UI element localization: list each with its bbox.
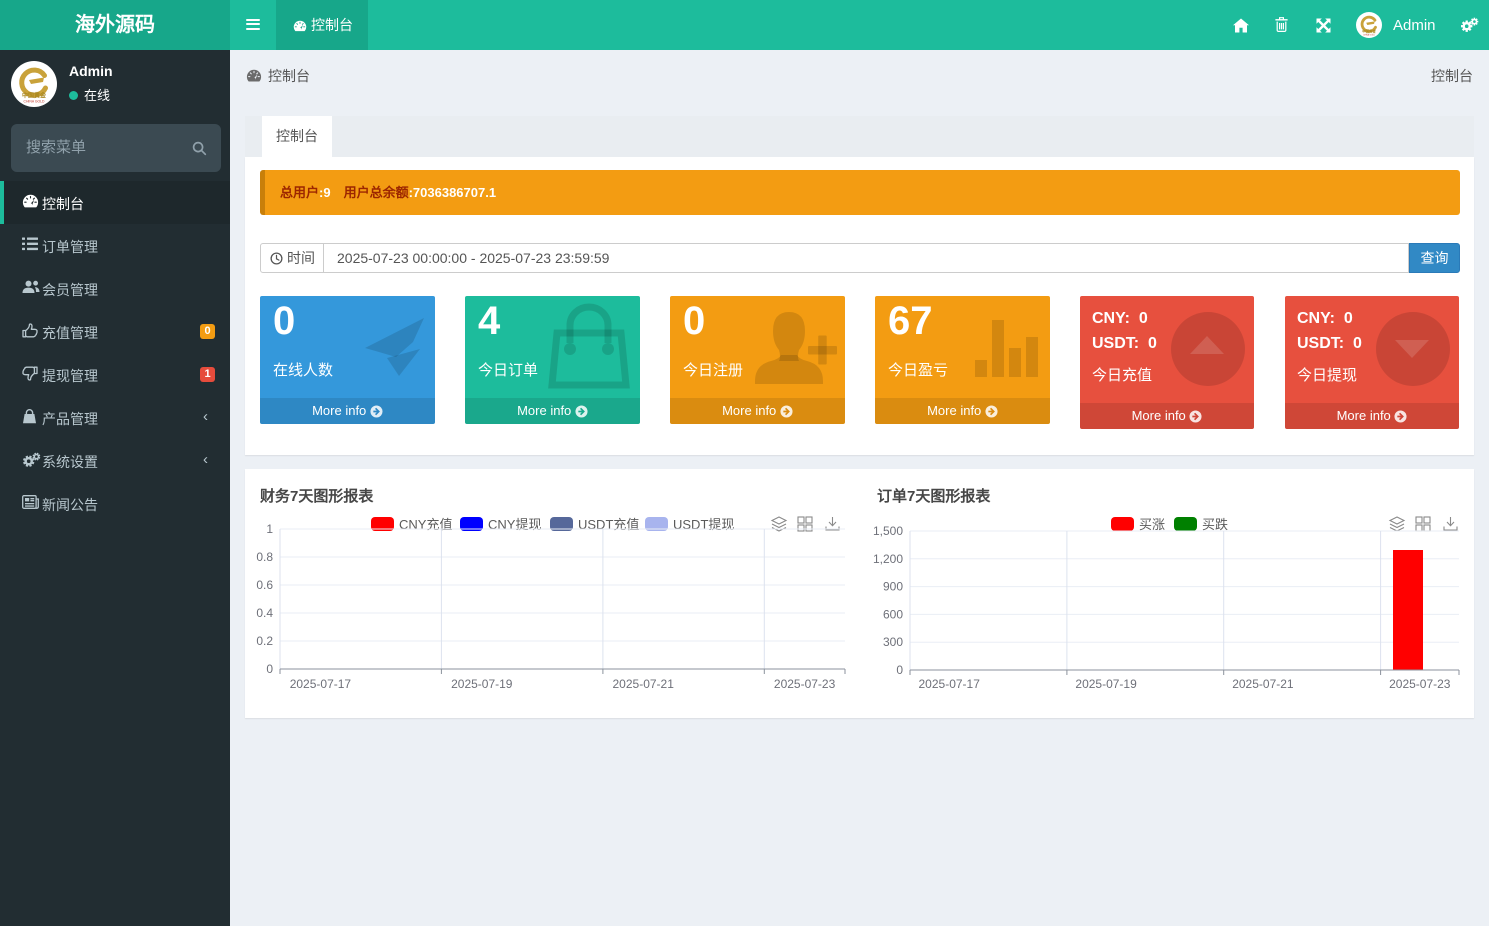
svg-text:0.6: 0.6 xyxy=(256,578,273,592)
svg-text:2025-07-19: 2025-07-19 xyxy=(451,677,513,691)
svg-text:CHINA GOLD: CHINA GOLD xyxy=(24,100,45,104)
svg-text:2025-07-19: 2025-07-19 xyxy=(1075,677,1137,691)
svg-text:2025-07-17: 2025-07-17 xyxy=(290,677,352,691)
svg-text:0: 0 xyxy=(896,663,903,677)
svg-text:USDT充值: USDT充值 xyxy=(578,517,639,532)
svg-text:中国黄金: 中国黄金 xyxy=(1362,29,1376,34)
svg-text:2025-07-17: 2025-07-17 xyxy=(919,677,981,691)
svg-text:0.2: 0.2 xyxy=(256,634,273,648)
svg-text:USDT提现: USDT提现 xyxy=(673,517,734,532)
svg-text:买涨: 买涨 xyxy=(1139,517,1165,532)
svg-text:300: 300 xyxy=(883,635,903,649)
svg-text:1: 1 xyxy=(266,522,273,536)
svg-text:1,500: 1,500 xyxy=(873,524,903,538)
svg-text:600: 600 xyxy=(883,607,903,621)
svg-text:0.4: 0.4 xyxy=(256,606,273,620)
svg-text:2025-07-23: 2025-07-23 xyxy=(774,677,836,691)
svg-text:CHINA GOLD: CHINA GOLD xyxy=(1363,33,1375,36)
svg-text:2025-07-23: 2025-07-23 xyxy=(1389,677,1451,691)
svg-text:1,200: 1,200 xyxy=(873,552,903,566)
svg-text:中国黄金: 中国黄金 xyxy=(22,92,47,100)
svg-text:0.8: 0.8 xyxy=(256,550,273,564)
svg-text:CNY充值: CNY充值 xyxy=(399,517,452,532)
svg-text:2025-07-21: 2025-07-21 xyxy=(613,677,675,691)
svg-text:900: 900 xyxy=(883,580,903,594)
svg-text:0: 0 xyxy=(266,662,273,676)
svg-text:2025-07-21: 2025-07-21 xyxy=(1232,677,1294,691)
svg-text:CNY提现: CNY提现 xyxy=(488,517,541,532)
svg-text:买跌: 买跌 xyxy=(1202,517,1228,532)
